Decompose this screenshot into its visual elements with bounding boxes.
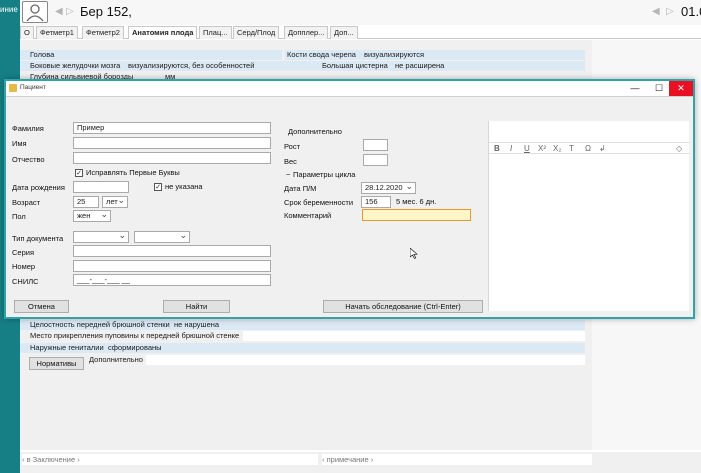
first-name-field[interactable]: [73, 137, 271, 149]
conclusion-field[interactable]: ‹ в Заключение ›: [22, 454, 318, 465]
capitalize-checkbox[interactable]: ✓: [75, 169, 83, 177]
umbilical-insertion-label: Место прикрепления пуповины к передней б…: [30, 331, 240, 340]
lmp-date-picker[interactable]: 28.12.2020: [361, 182, 416, 194]
capitalize-label: Исправлять Первые Буквы: [86, 168, 180, 177]
dialog-app-icon: [9, 84, 17, 92]
prev-patient-arrow-icon[interactable]: ◀: [55, 6, 63, 17]
close-icon[interactable]: ✕: [669, 81, 693, 96]
text-format-icon[interactable]: T: [569, 144, 574, 153]
omega-symbol-icon[interactable]: Ω: [585, 144, 591, 153]
surname-field[interactable]: Пример: [73, 122, 271, 134]
bold-icon[interactable]: B: [494, 144, 500, 153]
normatives-button[interactable]: Нормативы: [29, 357, 84, 370]
rte-toolbar: B I U X² X₂ T Ω ↲ ◇: [489, 142, 690, 154]
number-label: Номер: [12, 262, 36, 271]
tab-placenta[interactable]: Плац...: [199, 26, 232, 39]
age-label: Возраст: [12, 198, 41, 207]
note-field[interactable]: ‹ примечание ›: [322, 454, 592, 465]
cisterna-magna-label: Большая цистерна: [322, 61, 388, 70]
gest-age-text: 5 мес. 6 дн.: [396, 197, 437, 206]
patronymic-field[interactable]: [73, 152, 271, 164]
birthdate-label: Дата рождения: [12, 183, 65, 192]
mouse-cursor-icon: [410, 248, 418, 259]
doc-subtype-select[interactable]: [134, 231, 190, 243]
underline-icon[interactable]: U: [524, 144, 530, 153]
dialog-title: Пациент: [20, 84, 46, 91]
cycle-collapse-icon[interactable]: −: [286, 170, 290, 180]
sex-label: Пол: [12, 212, 26, 221]
skull-bones-value[interactable]: визуализируются: [364, 50, 424, 60]
extra-info-label: Дополнительно: [288, 127, 342, 136]
surname-label: Фамилия: [12, 124, 44, 133]
patient-avatar-icon[interactable]: [22, 1, 48, 23]
lmp-date-label: Дата П/М: [284, 184, 317, 193]
line-break-icon[interactable]: ↲: [599, 144, 606, 153]
gest-age-label: Срок беременности: [284, 198, 354, 207]
tab-additional[interactable]: Доп...: [330, 26, 358, 39]
tab-doppler[interactable]: Допплер...: [284, 26, 329, 39]
height-field[interactable]: [363, 139, 388, 151]
gest-age-field[interactable]: 156: [361, 196, 391, 208]
rich-text-editor[interactable]: B I U X² X₂ T Ω ↲ ◇: [488, 121, 690, 311]
tab-fetal-heart[interactable]: Серд/Плод: [233, 26, 280, 39]
head-label: Голова: [30, 50, 55, 59]
snils-label: СНИЛС: [12, 277, 39, 286]
prev-date-arrow-icon[interactable]: ◀: [652, 6, 660, 17]
abdominal-wall-value[interactable]: не нарушена: [174, 320, 219, 330]
weight-label: Вес: [284, 157, 297, 166]
tab-fetometry-2[interactable]: Фетметр2: [82, 26, 124, 39]
snils-field[interactable]: ___-___-___ __: [73, 274, 271, 286]
italic-icon[interactable]: I: [510, 144, 512, 153]
weight-field[interactable]: [363, 154, 388, 166]
doc-type-select[interactable]: [73, 231, 129, 243]
subscript-icon[interactable]: X₂: [553, 144, 561, 153]
superscript-icon[interactable]: X²: [538, 144, 546, 153]
maximize-icon[interactable]: ☐: [647, 81, 671, 96]
cycle-params-label: Параметры цикла: [293, 170, 356, 179]
tab-fetal-anatomy[interactable]: Анатомия плода: [128, 26, 198, 39]
patient-dialog: Пациент — ☐ ✕ Фамилия Пример Имя Отчеств…: [4, 79, 695, 319]
patronymic-label: Отчество: [12, 155, 45, 164]
not-specified-label: не указана: [165, 182, 203, 191]
external-genitalia-value[interactable]: сформированы: [108, 343, 162, 353]
minimize-icon[interactable]: —: [623, 81, 647, 96]
clear-format-icon[interactable]: ◇: [676, 144, 682, 153]
series-field[interactable]: [73, 245, 271, 257]
height-label: Рост: [284, 142, 301, 151]
next-patient-arrow-icon[interactable]: ▷: [66, 6, 74, 17]
external-genitalia-label: Наружные гениталии: [30, 343, 104, 352]
comment-field[interactable]: [362, 209, 471, 221]
exam-date: 01.0: [681, 4, 701, 19]
tab-o[interactable]: О: [20, 26, 34, 39]
next-date-arrow-icon[interactable]: ▷: [666, 6, 674, 17]
comment-label: Комментарий: [284, 211, 332, 220]
abdominal-wall-label: Целостность передней брюшной стенки: [30, 320, 170, 329]
tab-fetometry-1[interactable]: Фетметр1: [36, 26, 78, 39]
age-field[interactable]: 25: [73, 196, 99, 208]
sex-select[interactable]: жен: [73, 210, 111, 222]
age-unit-select[interactable]: лет: [102, 196, 128, 208]
cisterna-magna-value[interactable]: не расширена: [395, 61, 444, 71]
number-field[interactable]: [73, 260, 271, 272]
cancel-button[interactable]: Отмена: [14, 300, 69, 313]
first-name-label: Имя: [12, 139, 27, 148]
left-strip-label: иние: [0, 5, 18, 14]
not-specified-checkbox[interactable]: ✓: [154, 183, 162, 191]
start-exam-button[interactable]: Начать обследование (Ctrl-Enter): [323, 300, 483, 313]
additional-notes-label: Дополнительно: [89, 355, 143, 364]
skull-bones-label: Кости свода черепа: [287, 50, 356, 59]
dialog-titlebar: [6, 81, 693, 96]
lateral-ventricles-label: Боковые желудочки мозга: [30, 61, 121, 70]
lateral-ventricles-value[interactable]: визуализируются, без особенностей: [128, 61, 254, 71]
doc-type-label: Тип документа: [12, 234, 64, 243]
series-label: Серия: [12, 248, 35, 257]
birthdate-field[interactable]: [73, 181, 129, 193]
find-button[interactable]: Найти: [163, 300, 230, 313]
patient-title: Бер 152,: [80, 4, 132, 19]
